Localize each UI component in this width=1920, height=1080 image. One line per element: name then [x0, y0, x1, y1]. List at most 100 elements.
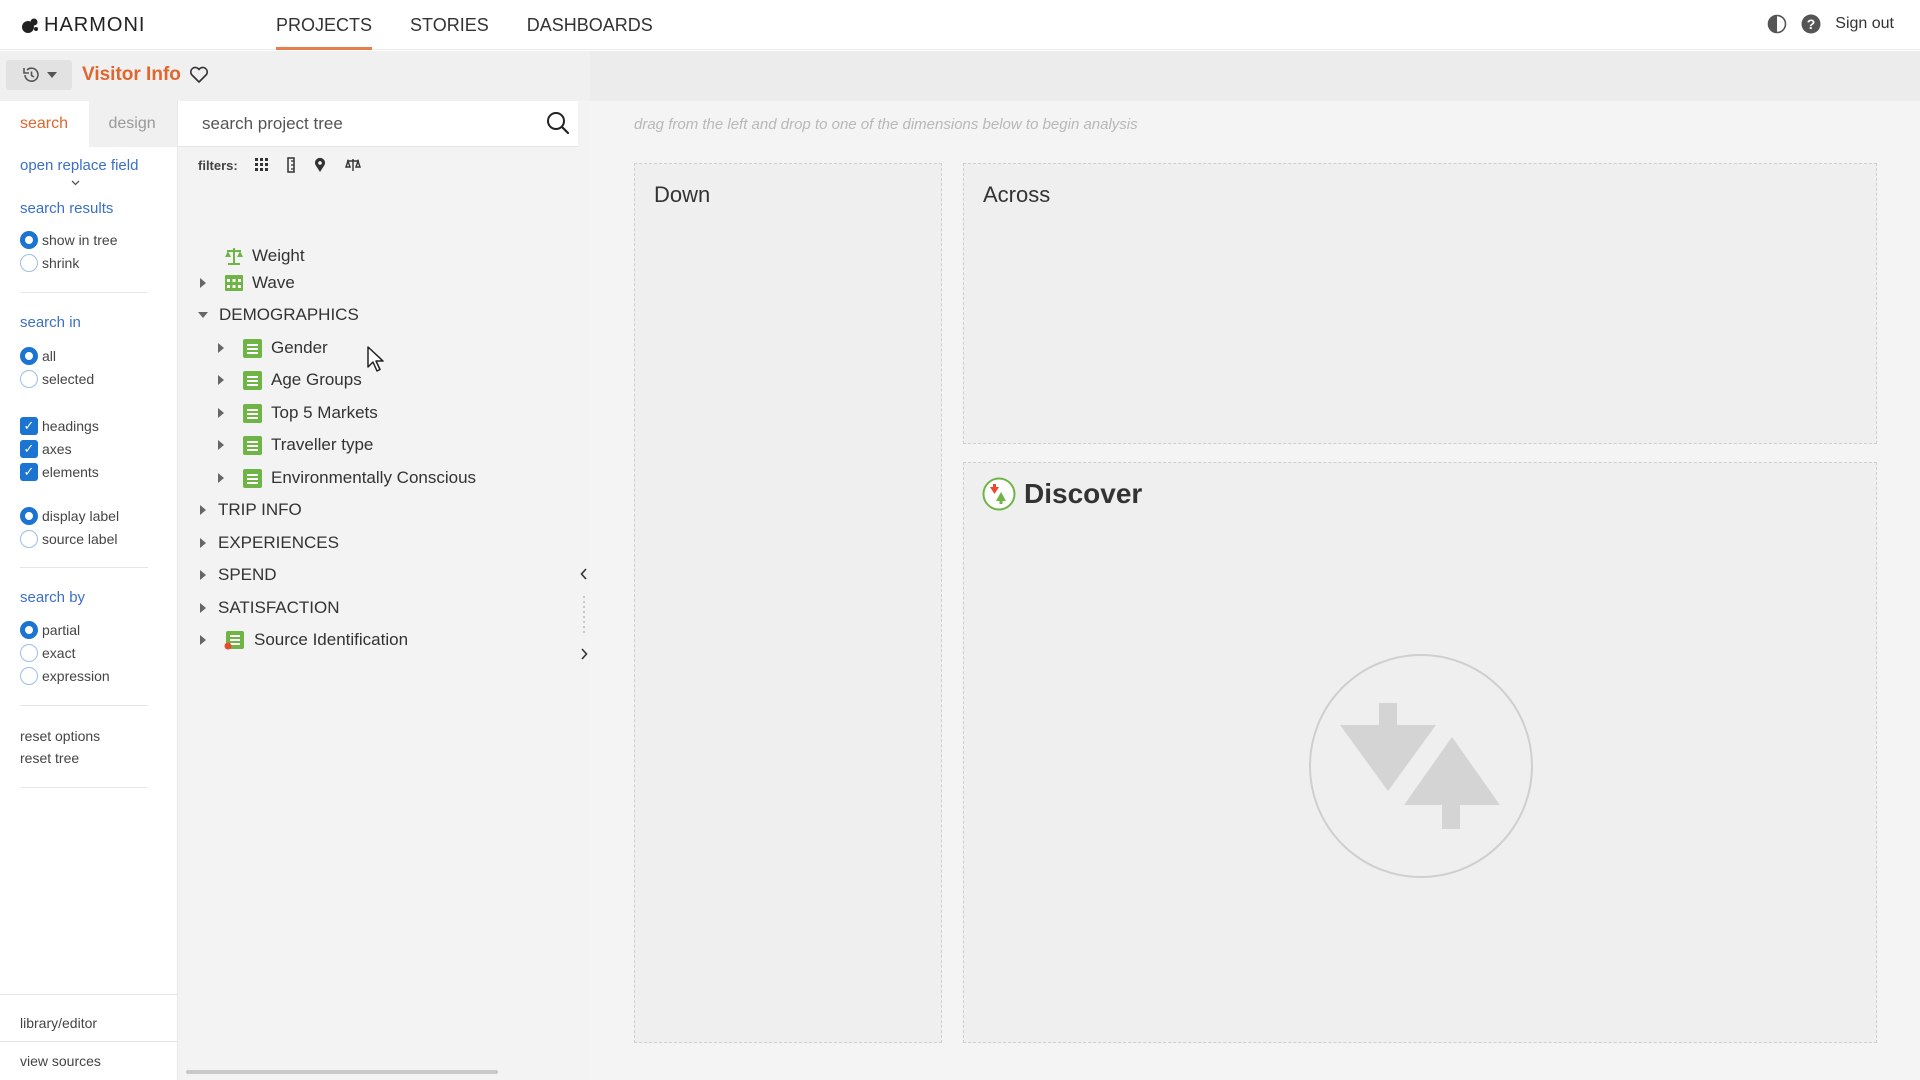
- favorite-heart-icon[interactable]: [189, 66, 209, 84]
- location-filter-icon[interactable]: [312, 157, 328, 173]
- expand-caret-icon[interactable]: [200, 635, 206, 645]
- radio-button[interactable]: [20, 667, 38, 685]
- expand-right-icon[interactable]: [580, 648, 588, 660]
- expand-caret-icon[interactable]: [200, 570, 206, 580]
- expand-caret-icon[interactable]: [218, 375, 224, 385]
- tree-item-environmentally-conscious[interactable]: Environmentally Conscious: [218, 465, 476, 491]
- checkbox-headings[interactable]: ✓ headings: [20, 416, 99, 436]
- expand-caret-icon[interactable]: [200, 278, 206, 288]
- sign-out-link[interactable]: Sign out: [1835, 15, 1894, 33]
- tab-design[interactable]: design: [88, 101, 177, 147]
- grid-filter-icon[interactable]: [254, 157, 270, 173]
- radio-display-label[interactable]: display label: [20, 506, 119, 526]
- radio-shrink[interactable]: shrink: [20, 253, 79, 273]
- ruler-filter-icon[interactable]: [286, 157, 296, 173]
- expand-caret-icon[interactable]: [218, 473, 224, 483]
- radio-button-selected[interactable]: [20, 621, 38, 639]
- history-icon: [23, 67, 39, 82]
- radio-button[interactable]: [20, 254, 38, 272]
- svg-text:?: ?: [1807, 16, 1816, 32]
- tab-search[interactable]: search: [0, 101, 89, 147]
- scrollbar-thumb[interactable]: [186, 1070, 498, 1074]
- tree-folder-spend[interactable]: SPEND: [200, 562, 277, 588]
- checkbox-label: headings: [42, 418, 99, 434]
- collapse-left-icon[interactable]: [580, 568, 588, 580]
- expand-caret-icon[interactable]: [218, 408, 224, 418]
- tree-filters: filters:: [198, 157, 362, 173]
- tree-item-label: Source Identification: [254, 630, 409, 649]
- analysis-workspace: drag from the left and drop to one of th…: [590, 51, 1920, 1080]
- left-panel: Visitor Info search design open replace …: [0, 51, 590, 1080]
- divider: [0, 994, 178, 995]
- radio-button-selected[interactable]: [20, 347, 38, 365]
- radio-all[interactable]: all: [20, 346, 56, 366]
- tree-folder-satisfaction[interactable]: SATISFACTION: [200, 595, 340, 621]
- nav-tab-projects[interactable]: PROJECTS: [276, 0, 373, 50]
- radio-button[interactable]: [20, 370, 38, 388]
- radio-button[interactable]: [20, 530, 38, 548]
- help-icon[interactable]: ?: [1801, 14, 1821, 34]
- tree-item-wave[interactable]: Wave: [200, 270, 295, 296]
- across-drop-zone[interactable]: Across: [963, 163, 1877, 444]
- radio-show-in-tree[interactable]: show in tree: [20, 230, 117, 250]
- tree-item-traveller-type[interactable]: Traveller type: [218, 432, 373, 458]
- expand-caret-icon[interactable]: [200, 505, 206, 515]
- mouse-cursor-icon: [367, 346, 384, 372]
- harmoni-logo[interactable]: HARMONI: [20, 14, 145, 37]
- radio-selected[interactable]: selected: [20, 369, 94, 389]
- expand-caret-icon[interactable]: [200, 538, 206, 548]
- expand-caret-icon[interactable]: [218, 440, 224, 450]
- tree-item-weight[interactable]: Weight: [224, 243, 305, 269]
- tree-folder-trip-info[interactable]: TRIP INFO: [200, 497, 302, 523]
- chevron-down-icon[interactable]: [71, 180, 80, 186]
- tree-folder-label: EXPERIENCES: [218, 533, 339, 552]
- checkbox-checked[interactable]: ✓: [20, 417, 38, 435]
- nav-tab-stories[interactable]: STORIES: [410, 0, 489, 50]
- top-right-controls: ? Sign out: [1767, 14, 1894, 34]
- categorical-variable-icon: [243, 370, 262, 390]
- tree-item-source-identification[interactable]: Source Identification: [200, 627, 408, 653]
- reset-options-link[interactable]: reset options: [20, 728, 100, 744]
- tree-item-top5-markets[interactable]: Top 5 Markets: [218, 400, 378, 426]
- discover-label: Discover: [1024, 478, 1143, 509]
- tree-folder-demographics[interactable]: DEMOGRAPHICS: [198, 302, 359, 328]
- tree-horizontal-scrollbar[interactable]: [180, 1068, 576, 1076]
- expand-caret-icon[interactable]: [200, 603, 206, 613]
- radio-partial[interactable]: partial: [20, 620, 80, 640]
- tree-folder-experiences[interactable]: EXPERIENCES: [200, 530, 339, 556]
- radio-button-selected[interactable]: [20, 231, 38, 249]
- panel-splitter[interactable]: [578, 101, 590, 1080]
- expand-caret-icon[interactable]: [218, 343, 224, 353]
- project-title-text: Visitor Info: [82, 64, 181, 85]
- library-editor-link[interactable]: library/editor: [20, 1015, 97, 1031]
- search-icon[interactable]: [546, 111, 570, 135]
- radio-button-selected[interactable]: [20, 507, 38, 525]
- tree-item-age-groups[interactable]: Age Groups: [218, 367, 362, 393]
- reset-tree-link[interactable]: reset tree: [20, 750, 79, 766]
- radio-expression[interactable]: expression: [20, 666, 110, 686]
- categorical-variable-icon: [243, 468, 262, 488]
- tree-item-gender[interactable]: Gender: [218, 335, 328, 361]
- checkbox-axes[interactable]: ✓ axes: [20, 439, 72, 459]
- nav-tab-dashboards[interactable]: DASHBOARDS: [527, 0, 653, 50]
- checkbox-elements[interactable]: ✓ elements: [20, 462, 99, 482]
- checkbox-checked[interactable]: ✓: [20, 463, 38, 481]
- discover-drop-zone[interactable]: Discover: [963, 462, 1877, 1043]
- view-sources-link[interactable]: view sources: [20, 1053, 101, 1069]
- down-drop-zone[interactable]: Down: [634, 163, 942, 1043]
- radio-label: selected: [42, 371, 95, 387]
- contrast-theme-icon[interactable]: [1767, 14, 1787, 34]
- tree-search-input[interactable]: [202, 111, 522, 137]
- radio-button[interactable]: [20, 644, 38, 662]
- scale-filter-icon[interactable]: [344, 157, 362, 173]
- radio-source-label[interactable]: source label: [20, 529, 118, 549]
- categorical-variable-icon: [243, 403, 262, 423]
- categorical-variable-icon: [243, 338, 262, 358]
- checkbox-checked[interactable]: ✓: [20, 440, 38, 458]
- history-button[interactable]: [6, 60, 72, 90]
- open-replace-field-link[interactable]: open replace field: [20, 157, 138, 174]
- radio-exact[interactable]: exact: [20, 643, 75, 663]
- collapse-caret-icon[interactable]: [198, 312, 208, 318]
- tree-folder-label: TRIP INFO: [218, 500, 302, 519]
- drag-handle-icon[interactable]: [582, 595, 586, 635]
